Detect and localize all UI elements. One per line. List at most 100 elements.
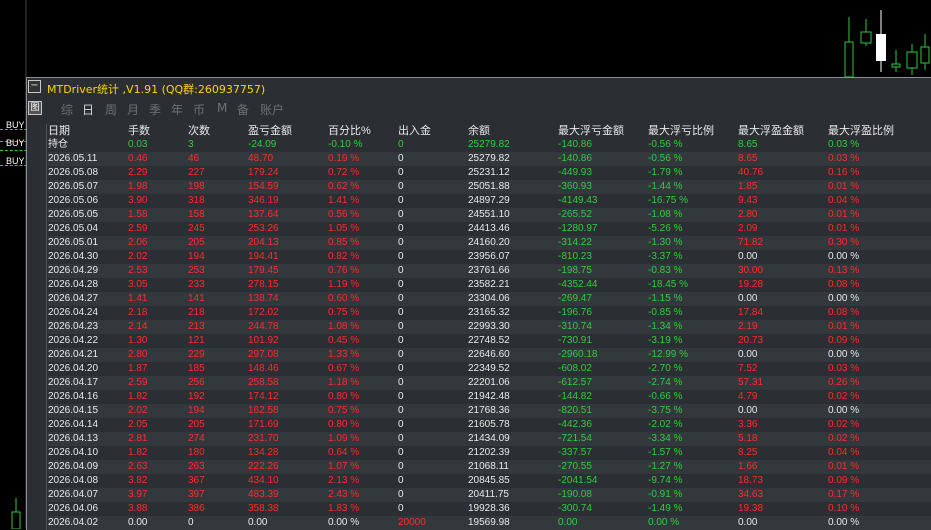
table-cell: 2026.04.15 — [48, 405, 99, 416]
table-cell: 0 — [398, 335, 404, 346]
tab-year[interactable]: 年 — [171, 101, 183, 118]
table-cell: -2.74 % — [648, 377, 683, 388]
table-cell: 2026.04.30 — [48, 251, 99, 262]
tab-summary[interactable]: 综 — [61, 101, 73, 118]
table-cell: 0.00 — [248, 517, 268, 528]
table-row[interactable]: 2026.04.17 2.59 256 258.58 1.18 % 0 22201.06 -6… — [48, 376, 931, 390]
table-row[interactable]: 2026.05.04 2.59 245 253.26 1.05 % 0 24413.46 -1… — [48, 222, 931, 236]
table-row[interactable]: 2026.05.11 0.46 46 48.70 0.19 % 0 25279.82 -140… — [48, 152, 931, 166]
tab-magic[interactable]: M — [217, 101, 227, 115]
tab-quarter[interactable]: 季 — [149, 101, 161, 118]
table-cell: 23165.32 — [468, 307, 510, 318]
table-row[interactable]: 2026.04.02 0.00 0 0.00 0.00 % 20000 19569.98 0.… — [48, 516, 931, 530]
table-cell: 最大浮亏金额 — [558, 125, 624, 137]
table-cell: 0.00 — [738, 405, 758, 416]
table-cell: 25051.88 — [468, 181, 510, 192]
table-row[interactable]: 2026.04.13 2.81 274 231.70 1.09 % 0 21434.09 -7… — [48, 432, 931, 446]
table-cell: 百分比% — [328, 125, 371, 137]
table-cell: 0 — [398, 405, 404, 416]
table-cell: 2.63 — [128, 461, 148, 472]
table-cell: 0.00 — [738, 349, 758, 360]
table-cell: -0.56 % — [648, 153, 683, 164]
table-row[interactable]: 2026.04.08 3.82 367 434.10 2.13 % 0 20845.85 -2… — [48, 474, 931, 488]
table-cell: -4352.44 — [558, 279, 598, 290]
table-cell: 2.06 — [128, 237, 148, 248]
table-cell: 1.83 % — [328, 503, 360, 514]
table-cell: 434.10 — [248, 475, 279, 486]
minimize-icon[interactable]: − — [28, 80, 41, 93]
stats-window: − MTDriver统计 ,V1.91 (QQ群:260937757) 图 综 … — [26, 77, 931, 530]
table-row[interactable]: 2026.04.06 3.88 386 358.38 1.83 % 0 19928.36 -3… — [48, 502, 931, 516]
table-cell: 手数 — [128, 125, 150, 137]
table-cell: 0.16 % — [828, 167, 860, 178]
table-cell: 23956.07 — [468, 251, 510, 262]
table-row[interactable]: 2026.05.05 1.58 158 137.64 0.56 % 0 24551.10 -2… — [48, 208, 931, 222]
table-row[interactable]: 2026.04.15 2.02 194 162.58 0.75 % 0 21768.36 -8… — [48, 404, 931, 418]
table-cell: -449.93 — [558, 167, 592, 178]
table-cell: 245 — [188, 223, 205, 234]
table-row[interactable]: 2026.04.22 1.30 121 101.92 0.45 % 0 22748.52 -7… — [48, 334, 931, 348]
table-cell: 次数 — [188, 125, 210, 137]
table-row[interactable]: 2026.04.09 2.63 263 222.26 1.07 % 0 21068.11 -2… — [48, 460, 931, 474]
table-row[interactable]: 2026.04.20 1.87 185 148.46 0.67 % 0 22349.52 -6… — [48, 362, 931, 376]
tab-month[interactable]: 月 — [127, 101, 139, 118]
table-cell: -1.30 % — [648, 237, 683, 248]
table-row[interactable]: 2026.04.14 2.05 205 171.69 0.80 % 0 21605.78 -4… — [48, 418, 931, 432]
table-cell: 274 — [188, 433, 205, 444]
tab-day[interactable]: 日 — [82, 101, 94, 118]
table-cell: 0.09 % — [828, 475, 860, 486]
table-cell: 0.01 % — [828, 461, 860, 472]
table-cell: 0 — [188, 517, 194, 528]
table-cell: -265.52 — [558, 209, 592, 220]
table-row[interactable]: 2026.05.08 2.29 227 179.24 0.72 % 0 25231.12 -4… — [48, 166, 931, 180]
table-cell: 24160.20 — [468, 237, 510, 248]
table-cell: 213 — [188, 321, 205, 332]
table-cell: -810.23 — [558, 251, 592, 262]
table-cell: 0.80 % — [328, 391, 360, 402]
tab-currency[interactable]: 币 — [193, 101, 205, 118]
table-row[interactable]: 2026.05.01 2.06 205 204.13 0.85 % 0 24160.20 -3… — [48, 236, 931, 250]
table-cell: 0.17 % — [828, 489, 860, 500]
table-cell: 0 — [398, 503, 404, 514]
table-cell: 0.00 — [738, 251, 758, 262]
table-cell: 358.38 — [248, 503, 279, 514]
hold-row[interactable]: 持仓 0.03 3 -24.09 -0.10 % 0 25279.82 -140.86 -0.5… — [48, 138, 931, 152]
table-cell: 0 — [398, 475, 404, 486]
table-cell: 余额 — [468, 125, 490, 137]
table-row[interactable]: 2026.04.07 3.97 397 483.39 2.43 % 0 20411.75 -1… — [48, 488, 931, 502]
table-cell: 174.12 — [248, 391, 279, 402]
tab-note[interactable]: 备 — [237, 101, 249, 118]
table-cell: 0.01 % — [828, 223, 860, 234]
tab-week[interactable]: 周 — [105, 101, 117, 118]
table-cell: 2.53 — [128, 265, 148, 276]
table-row[interactable]: 2026.05.06 3.90 318 346.19 1.41 % 0 24897.29 -4… — [48, 194, 931, 208]
table-header[interactable]: 日期 手数 次数 盈亏金额 百分比% 出入金 余额 最大浮亏金额 最大浮亏比例 最大浮盈金额 最大浮… — [48, 124, 931, 138]
tab-account[interactable]: 账户 — [260, 101, 284, 118]
table-cell: 4.79 — [738, 391, 758, 402]
table-cell: 22748.52 — [468, 335, 510, 346]
table-row[interactable]: 2026.04.29 2.53 253 179.45 0.76 % 0 23761.66 -1… — [48, 264, 931, 278]
table-row[interactable]: 2026.04.16 1.82 192 174.12 0.80 % 0 21942.48 -1… — [48, 390, 931, 404]
table-cell: 20411.75 — [468, 489, 509, 500]
table-cell: 0 — [398, 153, 404, 164]
table-cell: 2.80 — [738, 209, 758, 220]
table-row[interactable]: 2026.04.23 2.14 213 244.78 1.08 % 0 22993.30 -3… — [48, 320, 931, 334]
table-row[interactable]: 2026.04.27 1.41 141 138.74 0.60 % 0 23304.06 -2… — [48, 292, 931, 306]
table-cell: 3.82 — [128, 475, 148, 486]
table-cell: -3.34 % — [648, 433, 683, 444]
table-row[interactable]: 2026.04.24 2.18 218 172.02 0.75 % 0 23165.32 -1… — [48, 306, 931, 320]
table-cell: 1.18 % — [328, 377, 360, 388]
table-cell: 0.00 — [128, 517, 148, 528]
table-row[interactable]: 2026.05.07 1.98 198 154.59 0.62 % 0 25051.88 -3… — [48, 180, 931, 194]
table-cell: 0.62 % — [328, 181, 360, 192]
table-row[interactable]: 2026.04.10 1.82 180 134.28 0.64 % 0 21202.39 -3… — [48, 446, 931, 460]
menu-icon[interactable]: 图 — [28, 101, 42, 115]
table-cell: 1.58 — [128, 209, 148, 220]
table-cell: 21068.11 — [468, 461, 509, 472]
table-cell: 0.00 % — [828, 517, 860, 528]
table-cell: 出入金 — [398, 125, 431, 137]
table-row[interactable]: 2026.04.21 2.80 229 297.08 1.33 % 0 22646.60 -2… — [48, 348, 931, 362]
table-row[interactable]: 2026.04.30 2.02 194 194.41 0.82 % 0 23956.07 -8… — [48, 250, 931, 264]
table-cell: 3.90 — [128, 195, 148, 206]
table-row[interactable]: 2026.04.28 3.05 233 278.15 1.19 % 0 23582.21 -4… — [48, 278, 931, 292]
